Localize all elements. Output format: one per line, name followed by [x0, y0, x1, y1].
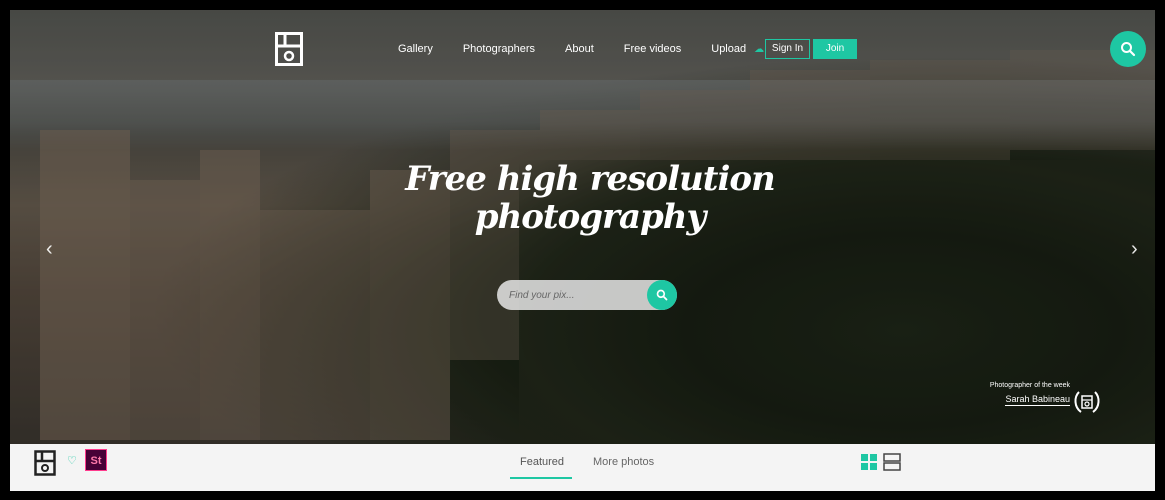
join-button[interactable]: Join	[813, 39, 857, 59]
list-view-icon[interactable]	[883, 453, 901, 471]
photographer-of-week: Photographer of the week Sarah Babineau	[970, 382, 1070, 407]
hero-headline-line1: Free high resolution	[405, 159, 776, 199]
chevron-left-icon[interactable]: ‹	[46, 238, 53, 261]
grid-view-icon[interactable]	[861, 454, 877, 470]
logo-icon[interactable]	[34, 450, 56, 476]
nav-photographers[interactable]: Photographers	[463, 43, 535, 55]
nav-upload[interactable]: Upload ☁	[711, 43, 764, 55]
nav-free-videos[interactable]: Free videos	[624, 43, 681, 55]
signin-button[interactable]: Sign In	[765, 39, 810, 59]
tab-active-indicator	[510, 477, 572, 479]
hero-search	[497, 280, 677, 310]
hero-headline: Free high resolution photography	[390, 160, 790, 236]
stock-badge[interactable]: St	[85, 449, 107, 471]
search-icon	[1121, 42, 1136, 57]
nav-gallery[interactable]: Gallery	[398, 43, 433, 55]
hero-search-button[interactable]	[647, 280, 677, 310]
main-nav: Gallery Photographers About Free videos …	[398, 43, 802, 55]
hero-search-input[interactable]	[509, 280, 639, 310]
potw-label: Photographer of the week	[989, 382, 1070, 389]
tab-more-photos[interactable]: More photos	[593, 456, 654, 468]
chevron-right-icon[interactable]: ›	[1131, 238, 1138, 261]
hero-section: Gallery Photographers About Free videos …	[10, 10, 1155, 444]
browser-viewport: Gallery Photographers About Free videos …	[8, 8, 1157, 493]
heart-icon: ♡	[67, 455, 77, 467]
logo-icon[interactable]	[275, 32, 303, 66]
hero-headline-line2: photography	[474, 197, 707, 237]
laurel-icon	[1074, 391, 1100, 413]
potw-name[interactable]: Sarah Babineau	[1005, 394, 1070, 406]
tab-featured[interactable]: Featured	[520, 456, 564, 468]
bottom-bar: ♡ St Featured More photos	[10, 444, 1155, 491]
nav-upload-label[interactable]: Upload	[711, 43, 746, 55]
nav-about[interactable]: About	[565, 43, 594, 55]
cloud-upload-icon: ☁	[754, 43, 765, 55]
header-search-button[interactable]	[1110, 31, 1146, 67]
search-icon	[656, 289, 668, 301]
